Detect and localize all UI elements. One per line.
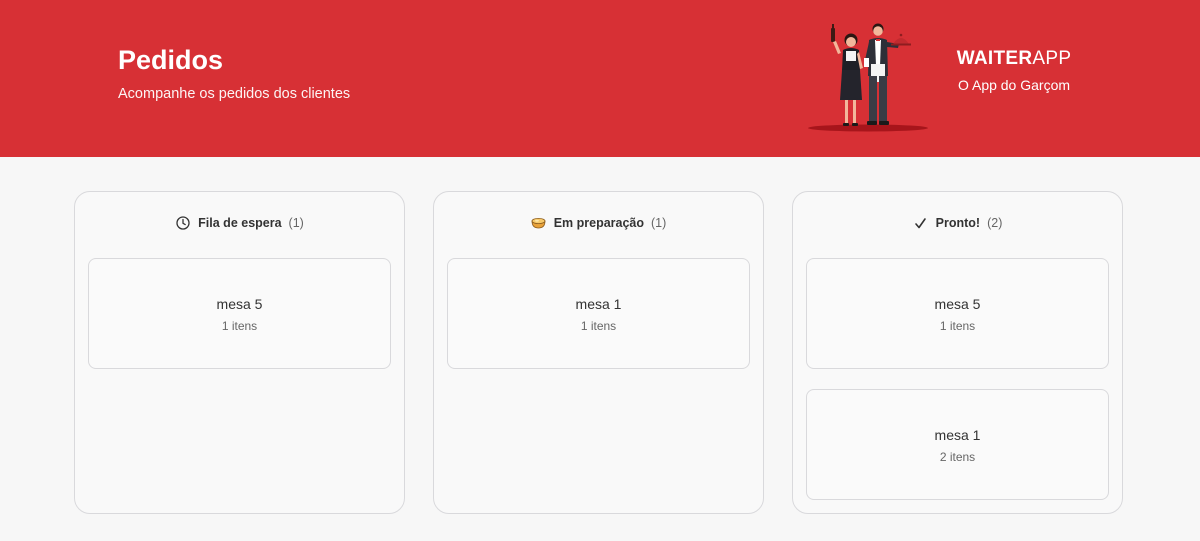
page-header: Pedidos Acompanhe os pedidos dos cliente… xyxy=(0,0,1200,157)
brand-logo: WAITERAPP xyxy=(940,48,1088,70)
page-subtitle: Acompanhe os pedidos dos clientes xyxy=(118,86,351,102)
clock-icon xyxy=(175,215,191,231)
order-items-count: 2 itens xyxy=(939,450,976,464)
cooking-pot-icon xyxy=(531,215,547,231)
board-title: Em preparação xyxy=(553,216,645,230)
order-card[interactable]: mesa 1 1 itens xyxy=(447,258,750,369)
order-items-count: 1 itens xyxy=(221,319,258,333)
order-card[interactable]: mesa 5 1 itens xyxy=(806,258,1109,369)
brand: WAITERAPP O App do Garçom xyxy=(940,48,1088,94)
board-title: Pronto! xyxy=(935,216,981,230)
check-mark-icon xyxy=(913,215,929,231)
board-waiting: Fila de espera (1) mesa 5 1 itens xyxy=(74,191,405,514)
order-table: mesa 1 xyxy=(575,296,622,312)
brand-logo-strong: WAITER xyxy=(956,48,1033,69)
order-items-count: 1 itens xyxy=(580,319,617,333)
board-ready: Pronto! (2) mesa 5 1 itens mesa 1 2 iten… xyxy=(792,191,1123,514)
board-count: (2) xyxy=(987,216,1003,230)
board-header: Em preparação (1) xyxy=(434,214,763,232)
board-count: (1) xyxy=(651,216,667,230)
order-table: mesa 5 xyxy=(934,296,981,312)
order-items-count: 1 itens xyxy=(939,319,976,333)
order-table: mesa 5 xyxy=(216,296,263,312)
order-card[interactable]: mesa 5 1 itens xyxy=(88,258,391,369)
order-table: mesa 1 xyxy=(934,427,981,443)
board-header: Pronto! (2) xyxy=(793,214,1122,232)
waiters-illustration xyxy=(808,23,928,132)
brand-logo-light: APP xyxy=(1032,48,1072,69)
brand-tagline: O App do Garçom xyxy=(957,77,1071,93)
board-header: Fila de espera (1) xyxy=(75,214,404,232)
board-count: (1) xyxy=(288,216,304,230)
page-title: Pedidos xyxy=(118,45,224,75)
board-title: Fila de espera xyxy=(198,216,282,230)
order-card[interactable]: mesa 1 2 itens xyxy=(806,389,1109,500)
board-in-preparation: Em preparação (1) mesa 1 1 itens xyxy=(433,191,764,514)
